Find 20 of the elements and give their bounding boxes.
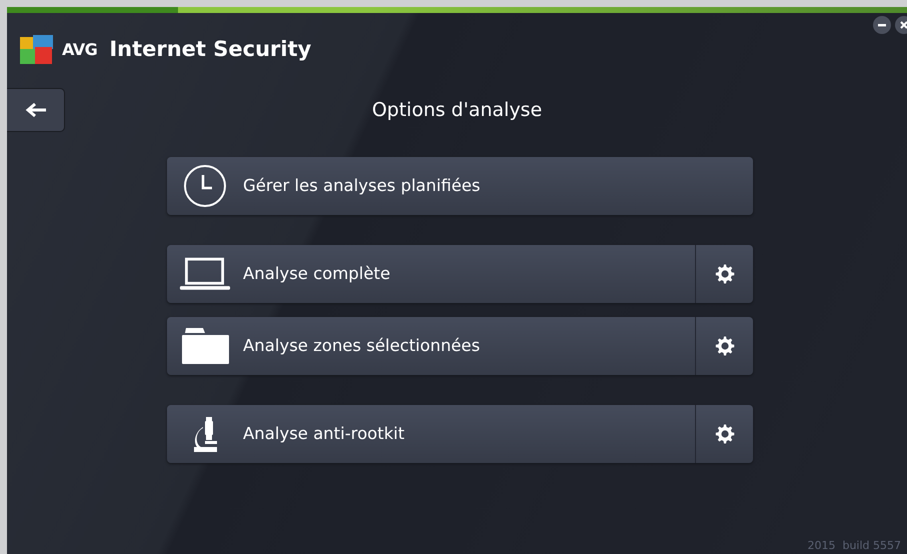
option-button[interactable]: Analyse complète	[167, 245, 695, 303]
settings-icon	[714, 336, 734, 356]
logo-icon	[20, 35, 54, 65]
close-icon	[899, 20, 907, 30]
page-title: Options d'analyse	[370, 98, 544, 123]
option-button[interactable]: Analyse anti-rootkit	[167, 405, 695, 463]
minimize-button[interactable]	[873, 16, 891, 34]
settings-icon	[714, 424, 734, 444]
option-button[interactable]: Analyse zones sélectionnées	[167, 317, 695, 375]
product-name: Internet Security	[109, 36, 312, 64]
folder-icon	[182, 328, 228, 364]
build-label: 2015 build 5557	[807, 538, 901, 554]
settings-icon	[714, 264, 734, 284]
option-button[interactable]: Gérer les analyses planifiées	[167, 157, 753, 215]
laptop-icon	[179, 256, 231, 292]
brand-name: AVG	[62, 39, 98, 61]
back-arrow-icon	[24, 102, 46, 118]
clock-icon	[182, 165, 228, 207]
back-button[interactable]	[7, 88, 65, 132]
microscope-icon	[192, 416, 218, 452]
